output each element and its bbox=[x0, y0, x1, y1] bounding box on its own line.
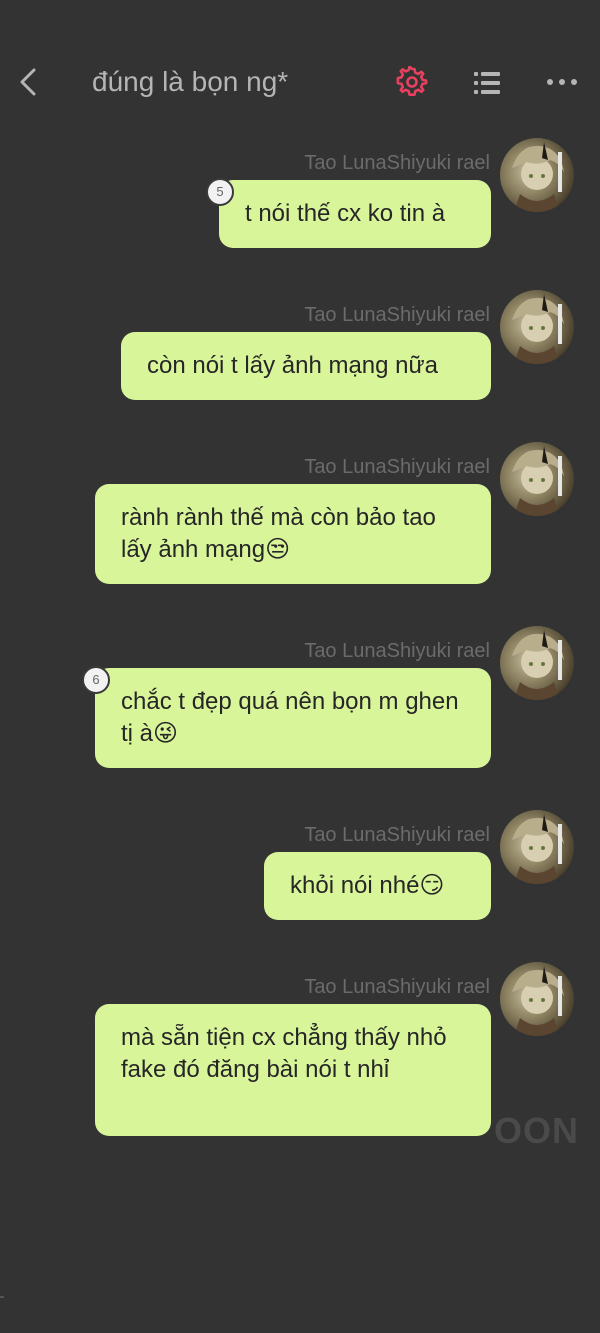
avatar-image bbox=[512, 142, 564, 212]
message-text: t nói thế cx ko tin à bbox=[245, 200, 446, 227]
sender-name: Tao LunaShiyuki rael bbox=[304, 456, 490, 478]
message-text: rành rành thế mà còn bảo tao lấy ảnh mạn… bbox=[121, 504, 436, 563]
list-button[interactable] bbox=[472, 68, 502, 98]
sender-name: Tao LunaShiyuki rael bbox=[304, 824, 490, 846]
sender-name: Tao LunaShiyuki rael bbox=[304, 976, 490, 998]
more-button[interactable] bbox=[546, 70, 578, 94]
message-text: mà sẵn tiện cx chẳng thấy nhỏ fake đó đă… bbox=[121, 1024, 447, 1083]
settings-button[interactable] bbox=[396, 65, 428, 98]
message-bubble[interactable]: còn nói t lấy ảnh mạng nữa bbox=[121, 332, 491, 400]
avatar[interactable] bbox=[500, 810, 574, 884]
gear-icon bbox=[396, 65, 428, 96]
message-bubble[interactable]: t nói thế cx ko tin à bbox=[219, 180, 491, 248]
more-horizontal-icon bbox=[547, 79, 577, 85]
avatar[interactable] bbox=[500, 442, 574, 516]
chevron-left-icon bbox=[20, 68, 36, 96]
message-text: còn nói t lấy ảnh mạng nữa bbox=[147, 352, 438, 379]
sender-name: Tao LunaShiyuki rael bbox=[304, 304, 490, 326]
chat-title: đúng là bọn ng* bbox=[92, 66, 289, 97]
chat-header: đúng là bọn ng* bbox=[0, 0, 600, 122]
sender-name: Tao LunaShiyuki rael bbox=[304, 640, 490, 662]
avatar[interactable] bbox=[500, 290, 574, 364]
message-bubble[interactable]: chắc t đẹp quá nên bọn m ghen tị à😜 bbox=[95, 668, 491, 768]
message-text: khỏi nói nhé😏 bbox=[290, 872, 445, 899]
avatar[interactable] bbox=[500, 962, 574, 1036]
read-count-badge: 5 bbox=[206, 178, 234, 206]
edge-marker bbox=[0, 1296, 4, 1298]
avatar[interactable] bbox=[500, 138, 574, 212]
back-button[interactable] bbox=[14, 64, 44, 100]
message-bubble[interactable]: khỏi nói nhé😏 bbox=[264, 852, 491, 920]
message-text: chắc t đẹp quá nên bọn m ghen tị à😜 bbox=[121, 688, 459, 747]
avatar-image bbox=[512, 814, 564, 884]
avatar-image bbox=[512, 446, 564, 516]
message-bubble[interactable]: mà sẵn tiện cx chẳng thấy nhỏ fake đó đă… bbox=[95, 1004, 491, 1136]
avatar-image bbox=[512, 966, 564, 1036]
message-bubble[interactable]: rành rành thế mà còn bảo tao lấy ảnh mạn… bbox=[95, 484, 491, 584]
watermark-logo: OON bbox=[494, 1110, 580, 1151]
read-count-badge: 6 bbox=[82, 666, 110, 694]
avatar[interactable] bbox=[500, 626, 574, 700]
avatar-image bbox=[512, 294, 564, 364]
sender-name: Tao LunaShiyuki rael bbox=[304, 152, 490, 174]
avatar-image bbox=[512, 630, 564, 700]
list-icon bbox=[474, 72, 500, 94]
